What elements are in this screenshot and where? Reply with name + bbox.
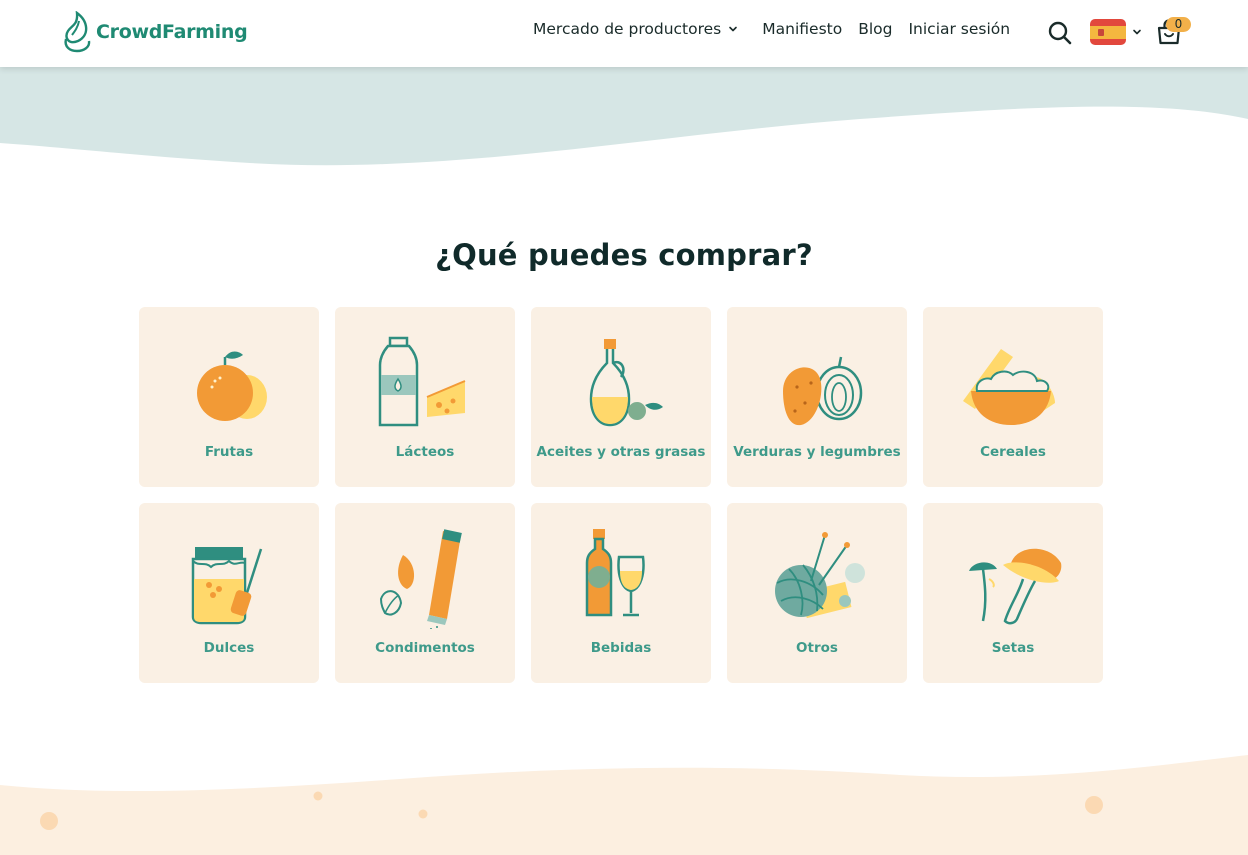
category-label: Condimentos	[375, 640, 475, 656]
category-card-condimentos[interactable]: Condimentos	[335, 503, 515, 683]
category-label: Dulces	[203, 640, 255, 656]
dairy-icon	[378, 336, 466, 427]
section-title: ¿Qué puedes comprar?	[435, 238, 813, 272]
category-card-cereales[interactable]: Cereales	[923, 307, 1103, 487]
search-icon[interactable]	[1047, 20, 1073, 46]
leaf-logo-icon	[64, 11, 91, 53]
spain-flag-icon	[1090, 19, 1126, 45]
category-label: Verduras y legumbres	[733, 444, 901, 460]
brand-name: CrowdFarming	[96, 21, 248, 43]
brand-logo[interactable]: CrowdFarming	[62, 11, 248, 53]
condiments-icon	[379, 529, 462, 629]
oil-icon	[589, 339, 663, 427]
nav-market-dropdown[interactable]: Mercado de productores	[533, 20, 738, 38]
category-card-bebidas[interactable]: Bebidas	[531, 503, 711, 683]
category-card-frutas[interactable]: Frutas	[139, 307, 319, 487]
main-nav: Mercado de productores Manifiesto Blog I…	[533, 20, 1010, 38]
category-label: Bebidas	[590, 640, 652, 656]
category-card-aceites[interactable]: Aceites y otras grasas	[531, 307, 711, 487]
category-card-dulces[interactable]: Dulces	[139, 503, 319, 683]
nav-manifesto-link[interactable]: Manifiesto	[762, 20, 842, 38]
nav-blog-link[interactable]: Blog	[858, 20, 892, 38]
site-header: CrowdFarming Mercado de productores Mani…	[0, 0, 1248, 67]
category-label: Frutas	[204, 444, 254, 460]
others-icon	[775, 532, 865, 619]
category-card-otros[interactable]: Otros	[727, 503, 907, 683]
language-selector[interactable]	[1090, 19, 1142, 45]
category-label: Aceites y otras grasas	[536, 444, 706, 460]
category-card-verduras[interactable]: Verduras y legumbres	[727, 307, 907, 487]
nav-login-link[interactable]: Iniciar sesión	[908, 20, 1010, 38]
vegetables-icon	[783, 356, 863, 426]
fruits-icon	[197, 351, 267, 421]
top-wave-decoration	[0, 67, 1248, 166]
category-label: Setas	[991, 640, 1035, 656]
category-grid: Frutas Lácteos Aceites y otras grasas Ve…	[139, 307, 1103, 683]
cart-count-badge: 0	[1166, 17, 1191, 32]
category-label: Lácteos	[395, 444, 455, 460]
category-label: Otros	[796, 640, 838, 656]
bottom-wave-decoration	[0, 755, 1248, 855]
sweets-icon	[191, 547, 263, 625]
cereals-icon	[963, 349, 1055, 425]
chevron-down-icon	[1133, 29, 1141, 35]
chevron-down-icon	[729, 26, 738, 32]
category-card-setas[interactable]: Setas	[923, 503, 1103, 683]
mushrooms-icon	[969, 548, 1062, 625]
category-card-lacteos[interactable]: Lácteos	[335, 307, 515, 487]
drinks-icon	[585, 529, 645, 617]
category-label: Cereales	[980, 444, 1046, 460]
nav-market-label: Mercado de productores	[533, 20, 722, 38]
